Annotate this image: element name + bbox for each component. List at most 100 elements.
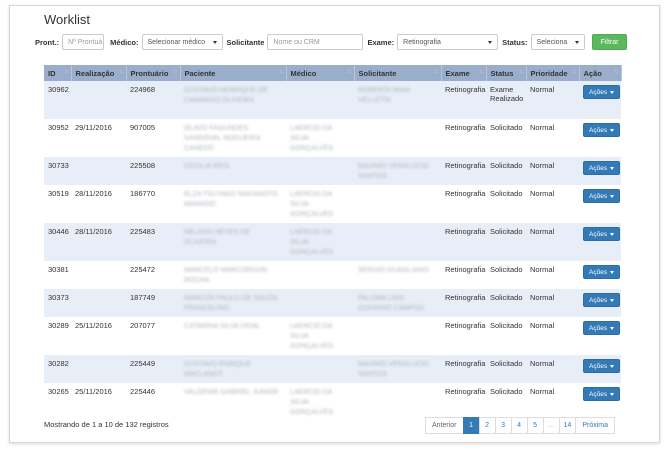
cell-id-text: 30952 <box>48 123 69 132</box>
cell-status: Solicitado <box>486 383 526 421</box>
acoes-dropdown-button[interactable]: Ações <box>583 123 621 137</box>
cell-prioridade-text: Normal <box>530 293 555 302</box>
cell-paciente-text: CATARINA SILVA VIDAL <box>184 323 261 330</box>
col-header-exame[interactable]: Exame ↑↓ <box>441 65 487 81</box>
acoes-dropdown-button[interactable]: Ações <box>583 359 621 373</box>
col-header-solicitante[interactable]: Solicitante ↑↓ <box>354 65 442 81</box>
cell-paciente-text: GUSTAVO ENRIQUE MACLANDT <box>184 361 252 378</box>
filter-button[interactable]: Filtrar <box>591 34 628 50</box>
cell-prioridade-text: Normal <box>530 265 555 274</box>
cell-status: Solicitado <box>486 261 526 289</box>
cell-prontuario-text: 225446 <box>130 387 156 396</box>
cell-exame-text: Retinografia <box>445 123 486 132</box>
cell-solicitante: SERGIO GUAGLIANO <box>354 261 441 289</box>
pront-input[interactable]: Nº Prontuá <box>62 34 105 50</box>
exame-select[interactable]: Retinografia <box>397 34 499 50</box>
acoes-dropdown-button[interactable]: Ações <box>583 85 621 99</box>
solicitante-input[interactable]: Nome ou CRM <box>267 34 364 50</box>
cell-prioridade-text: Normal <box>530 85 555 94</box>
col-header-status[interactable]: Status ↑↓ <box>486 65 527 81</box>
cell-id-text: 30373 <box>48 293 69 302</box>
pagination-page-4[interactable]: 4 <box>510 417 528 434</box>
table-row: 30265 25/11/2016 225446 VALDENIR GABRIEL JU… <box>44 383 621 421</box>
cell-prontuario-text: 186770 <box>130 189 156 198</box>
col-header-prontuario[interactable]: Prontuário ↑↓ <box>126 65 181 81</box>
cell-status-text: Solicitado <box>490 227 523 236</box>
cell-exame: Retinografia <box>441 355 486 383</box>
cell-realizacao-text: 28/11/2016 <box>75 189 112 198</box>
cell-status-text: Solicitado <box>490 189 523 198</box>
cell-solicitante: PALOMA LINS GODINHO CAMPOS <box>354 289 441 317</box>
cell-solicitante: ROBERTA MAIA VELLETRI <box>354 81 441 119</box>
pagination-page-3[interactable]: 3 <box>494 417 512 434</box>
table-row: 30373 187749 MARCOS PAULO DE SOUZA FRANCEL… <box>44 289 621 317</box>
acoes-dropdown-button[interactable]: Ações <box>583 161 621 175</box>
cell-prontuario: 186770 <box>126 185 180 223</box>
cell-id: 30519 <box>44 185 71 223</box>
cell-prioridade: Normal <box>526 383 579 421</box>
cell-prontuario: 907005 <box>126 119 180 157</box>
cell-exame-text: Retinografia <box>445 321 486 330</box>
cell-status-text: Solicitado <box>490 123 523 132</box>
pagination-page-5[interactable]: 5 <box>526 417 544 434</box>
cell-medico <box>286 81 354 119</box>
pagination-previous[interactable]: Anterior <box>425 417 464 434</box>
cell-prioridade: Normal <box>526 119 579 157</box>
pagination-next[interactable]: Próxima <box>575 417 615 434</box>
chevron-down-icon <box>574 40 579 44</box>
cell-medico: LAERCIO DA SILVA GONÇALVES <box>286 317 354 355</box>
cell-medico <box>286 157 354 185</box>
acoes-dropdown-button[interactable]: Ações <box>583 265 621 279</box>
acoes-dropdown-button[interactable]: Ações <box>583 387 621 401</box>
cell-id-text: 30265 <box>48 387 69 396</box>
col-header-realizacao[interactable]: Realização ↑↓ <box>71 65 127 81</box>
col-header-paciente[interactable]: Paciente ↑↓ <box>180 65 287 81</box>
col-header-acao[interactable]: Ação ↑↓ <box>579 65 622 81</box>
pagination-page-14[interactable]: 14 <box>558 417 577 434</box>
table-row: 30519 28/11/2016 186770 ELZA TSUYAKO NAKAMO… <box>44 185 621 223</box>
cell-acao: Ações <box>579 289 621 317</box>
cell-medico: LAERCIO DA SILVA GONÇALVES <box>286 383 354 421</box>
cell-prontuario-text: 225508 <box>130 161 156 170</box>
cell-id: 30733 <box>44 157 71 185</box>
cell-realizacao: 25/11/2016 <box>71 383 126 421</box>
table-row: 30733 225508 CECILIA REIS MAXIMO VERALUCIO … <box>44 157 621 185</box>
cell-acao: Ações <box>579 261 621 289</box>
cell-paciente: NELSON NEVES DE OLIVEIRA <box>180 223 286 261</box>
sort-icon: ↑↓ <box>346 69 352 75</box>
cell-prioridade: Normal <box>526 317 579 355</box>
col-header-prioridade[interactable]: Prioridade ↑↓ <box>526 65 580 81</box>
acoes-dropdown-button[interactable]: Ações <box>583 189 621 203</box>
sort-icon: ↑↓ <box>433 69 439 75</box>
cell-id: 30289 <box>44 317 71 355</box>
pagination-page-1[interactable]: 1 <box>462 417 480 434</box>
acoes-dropdown-button[interactable]: Ações <box>583 321 621 335</box>
acoes-dropdown-button[interactable]: Ações <box>583 227 621 241</box>
table-header-row: ID ↑↓ Realização ↑↓ Prontuário ↑↓ Paciente ↑… <box>44 65 622 81</box>
sort-icon: ↑↓ <box>118 69 124 75</box>
medico-select[interactable]: Selecionar médico <box>141 34 223 50</box>
cell-acao: Ações <box>579 157 621 185</box>
cell-paciente-text: MARCOS PAULO DE SOUZA FRANCELINO <box>184 295 278 312</box>
cell-exame-text: Retinografia <box>445 85 486 94</box>
chevron-down-icon <box>610 364 615 368</box>
cell-id: 30265 <box>44 383 71 421</box>
cell-status-text: Solicitado <box>490 321 523 330</box>
cell-realizacao-text: 29/11/2016 <box>75 123 112 132</box>
cell-exame-text: Retinografia <box>445 227 486 236</box>
table-row: 30446 28/11/2016 225483 NELSON NEVES DE OLI… <box>44 223 621 261</box>
cell-status-text: Solicitado <box>490 293 523 302</box>
cell-prontuario: 225508 <box>126 157 180 185</box>
cell-paciente: MARCOS PAULO DE SOUZA FRANCELINO <box>180 289 286 317</box>
col-header-id[interactable]: ID ↑↓ <box>44 65 72 81</box>
acoes-dropdown-button[interactable]: Ações <box>583 293 621 307</box>
cell-prontuario: 225449 <box>126 355 180 383</box>
sort-icon: ↑↓ <box>613 69 619 75</box>
cell-acao: Ações <box>579 119 621 157</box>
status-label: Status: <box>502 37 528 47</box>
pagination-page-2[interactable]: 2 <box>478 417 496 434</box>
status-select[interactable]: Seleciona <box>530 34 585 50</box>
acoes-label: Ações <box>589 362 608 370</box>
cell-prioridade-text: Normal <box>530 359 555 368</box>
col-header-medico[interactable]: Médico ↑↓ <box>286 65 355 81</box>
